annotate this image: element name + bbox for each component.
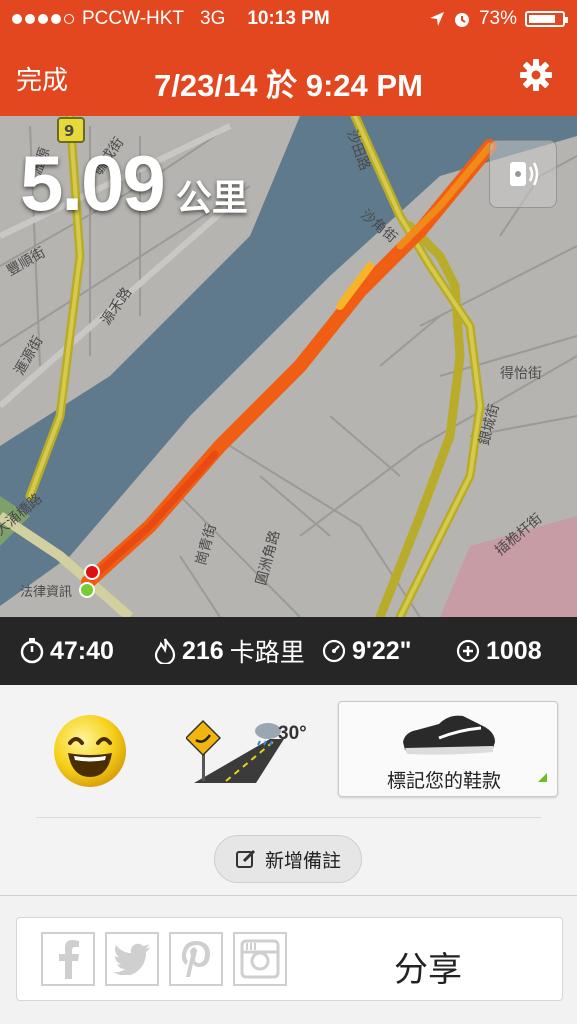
- running-shoe-icon: [403, 715, 495, 755]
- share-bar[interactable]: 分享: [16, 917, 563, 1001]
- pinterest-icon[interactable]: [169, 932, 223, 986]
- add-note-button[interactable]: 新增備註: [214, 835, 362, 883]
- route-end-marker: [84, 564, 100, 580]
- calories-label: 卡路里: [229, 639, 305, 667]
- duration-value: 47:40: [50, 636, 114, 665]
- status-bar: PCCW-HKT 3G 10:13 PM 73%: [0, 0, 577, 38]
- tak-yi-street-label: 得怡街: [500, 365, 542, 382]
- facebook-icon[interactable]: [41, 932, 95, 986]
- nav-bar: 完成 7/23/14 於 9:24 PM: [0, 40, 577, 116]
- top-bar: PCCW-HKT 3G 10:13 PM 73% 完成 7/23/14 於 9:…: [0, 0, 577, 116]
- twitter-icon[interactable]: [105, 932, 159, 986]
- stats-bar: 47:40 216 卡路里 9'22" 1008: [0, 617, 577, 685]
- voice-feedback-icon: [510, 162, 539, 186]
- battery-icon: [525, 11, 568, 27]
- stopwatch-icon: [20, 638, 44, 664]
- gear-icon[interactable]: [519, 58, 553, 92]
- share-label: 分享: [394, 951, 462, 989]
- instagram-icon[interactable]: [233, 932, 287, 986]
- flame-icon: [154, 638, 176, 664]
- alarm-icon: [454, 13, 469, 27]
- distance-display: 5.09 公里: [20, 138, 248, 229]
- temperature-value: 30°: [278, 723, 307, 744]
- distance-value: 5.09: [20, 139, 166, 227]
- fuel-stat: 1008: [456, 617, 542, 685]
- speedometer-icon: [322, 639, 346, 663]
- law-courts-label: 法律資訊: [20, 585, 72, 600]
- edit-note-icon: [235, 849, 256, 868]
- calories-value: 216: [182, 636, 224, 665]
- voice-feedback-button[interactable]: [489, 140, 557, 208]
- clock: 10:13 PM: [247, 8, 330, 29]
- pace-value: 9'22": [352, 636, 412, 665]
- shoe-button-label: 標記您的鞋款: [386, 771, 501, 792]
- tag-shoe-button[interactable]: 標記您的鞋款: [338, 701, 558, 797]
- route-start-marker: [79, 582, 95, 598]
- route-map[interactable]: 9 沙田路 沙角街 豐順街 源禾路 滙源街 得怡街 銀城街 插桅杆街 圓洲角路 …: [0, 116, 577, 617]
- pace-stat: 9'22": [322, 617, 412, 685]
- battery-percent: 73%: [478, 8, 517, 29]
- duration-stat: 47:40: [20, 617, 114, 685]
- location-arrow-icon: [429, 12, 444, 26]
- happy-face-icon[interactable]: [52, 713, 128, 789]
- add-note-label: 新增備註: [264, 850, 341, 872]
- divider: [36, 817, 541, 818]
- page-title: 7/23/14 於 9:24 PM: [154, 68, 423, 103]
- fuel-value: 1008: [486, 636, 542, 665]
- distance-unit: 公里: [175, 177, 248, 218]
- section-separator: [0, 895, 577, 896]
- run-details-panel: 30° 標記您的鞋款 新增備註: [0, 685, 577, 895]
- fuel-icon: [456, 639, 480, 663]
- calories-stat: 216 卡路里: [154, 617, 305, 685]
- corner-triangle-icon: [538, 773, 547, 782]
